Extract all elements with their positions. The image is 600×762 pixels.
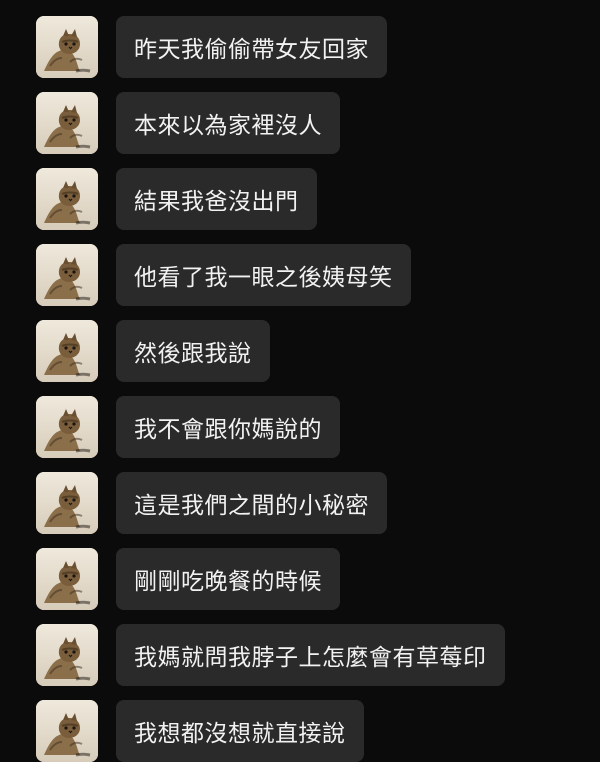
cat-avatar-icon[interactable] <box>36 168 98 230</box>
cat-avatar-icon[interactable] <box>36 700 98 762</box>
message-row-4: 他看了我一眼之後姨母笑 <box>36 244 411 306</box>
message-row-2: 本來以為家裡沒人 <box>36 92 340 154</box>
cat-avatar-icon[interactable] <box>36 624 98 686</box>
cat-avatar-icon[interactable] <box>36 548 98 610</box>
message-text: 然後跟我說 <box>134 341 252 367</box>
message-text: 我不會跟你媽說的 <box>134 417 322 443</box>
cat-avatar-icon[interactable] <box>36 92 98 154</box>
message-bubble: 剛剛吃晚餐的時候 <box>116 548 340 610</box>
message-row-7: 這是我們之間的小秘密 <box>36 472 387 534</box>
message-bubble: 昨天我偷偷帶女友回家 <box>116 16 387 78</box>
message-text: 我媽就問我脖子上怎麼會有草莓印 <box>134 645 487 671</box>
message-bubble: 我不會跟你媽說的 <box>116 396 340 458</box>
message-text: 他看了我一眼之後姨母笑 <box>134 265 393 291</box>
message-bubble: 結果我爸沒出門 <box>116 168 317 230</box>
message-row-3: 結果我爸沒出門 <box>36 168 317 230</box>
message-text: 昨天我偷偷帶女友回家 <box>134 37 369 63</box>
message-bubble: 我想都沒想就直接說 <box>116 700 364 762</box>
message-row-8: 剛剛吃晚餐的時候 <box>36 548 340 610</box>
cat-avatar-icon[interactable] <box>36 472 98 534</box>
message-bubble: 這是我們之間的小秘密 <box>116 472 387 534</box>
message-row-6: 我不會跟你媽說的 <box>36 396 340 458</box>
cat-avatar-icon[interactable] <box>36 16 98 78</box>
message-row-9: 我媽就問我脖子上怎麼會有草莓印 <box>36 624 505 686</box>
message-text: 結果我爸沒出門 <box>134 189 299 215</box>
message-bubble: 他看了我一眼之後姨母笑 <box>116 244 411 306</box>
chat-thread: 昨天我偷偷帶女友回家 本來以為家裡沒人 結果我爸沒出門 他看了我一眼之後姨母笑 … <box>0 0 600 762</box>
message-bubble: 然後跟我說 <box>116 320 270 382</box>
message-bubble: 本來以為家裡沒人 <box>116 92 340 154</box>
message-text: 這是我們之間的小秘密 <box>134 493 369 519</box>
message-bubble: 我媽就問我脖子上怎麼會有草莓印 <box>116 624 505 686</box>
cat-avatar-icon[interactable] <box>36 396 98 458</box>
message-row-5: 然後跟我說 <box>36 320 270 382</box>
message-text: 我想都沒想就直接說 <box>134 721 346 747</box>
message-row-1: 昨天我偷偷帶女友回家 <box>36 16 387 78</box>
message-text: 剛剛吃晚餐的時候 <box>134 569 322 595</box>
message-text: 本來以為家裡沒人 <box>134 113 322 139</box>
cat-avatar-icon[interactable] <box>36 244 98 306</box>
cat-avatar-icon[interactable] <box>36 320 98 382</box>
message-row-10: 我想都沒想就直接說 <box>36 700 364 762</box>
